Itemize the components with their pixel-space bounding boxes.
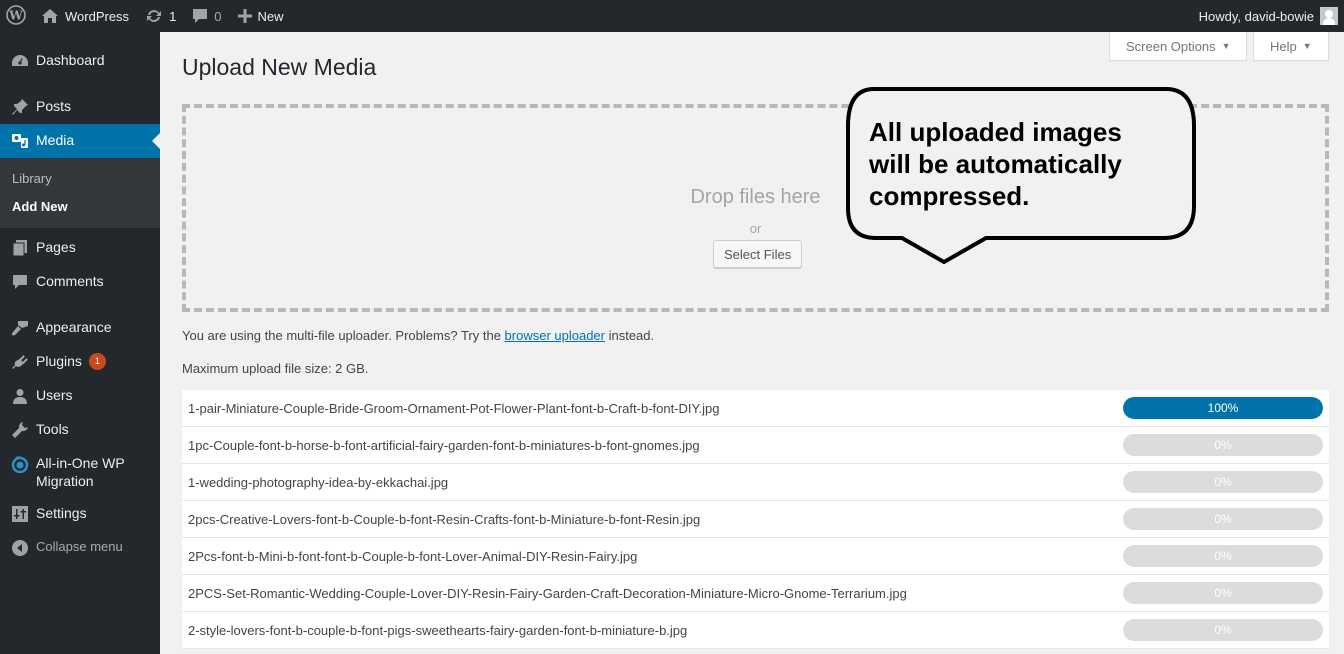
callout-text: All uploaded images will be automaticall… [869, 117, 1122, 211]
sidebar-item-settings[interactable]: Settings [0, 497, 160, 531]
sidebar-item-users[interactable]: Users [0, 379, 160, 413]
migration-icon [10, 454, 30, 474]
sidebar-item-posts[interactable]: Posts [0, 90, 160, 124]
pin-icon [10, 97, 30, 117]
submenu-item-add-new[interactable]: Add New [0, 193, 160, 221]
admin-bar: W WordPress 1 0 New Howdy, david-bowie [0, 0, 1344, 32]
updates-count: 1 [169, 8, 177, 24]
caret-down-icon: ▼ [1221, 41, 1231, 51]
plus-icon [237, 9, 252, 23]
svg-text:W: W [8, 8, 23, 22]
upload-progress-bar: 0% [1123, 434, 1323, 456]
sidebar-item-appearance[interactable]: Appearance [0, 311, 160, 345]
upload-progress-bar: 100% [1123, 397, 1323, 419]
media-icon [10, 131, 30, 151]
help-button[interactable]: Help ▼ [1253, 32, 1329, 61]
max-upload-size: Maximum upload file size: 2 GB. [182, 361, 369, 376]
file-name: 2Pcs-font-b-Mini-b-font-font-b-Couple-b-… [188, 548, 638, 564]
updates-link[interactable]: 1 [137, 0, 184, 32]
upload-progress-bar: 0% [1123, 619, 1323, 641]
upload-file-row: 2PCS-Set-Romantic-Wedding-Couple-Lover-D… [182, 575, 1329, 612]
submenu-item-library[interactable]: Library [0, 165, 160, 193]
progress-percent: 0% [1214, 623, 1232, 637]
comments-count: 0 [214, 8, 222, 24]
upload-progress-bar: 0% [1123, 471, 1323, 493]
updates-icon [145, 8, 163, 24]
file-name: 2pcs-Creative-Lovers-font-b-Couple-b-fon… [188, 511, 701, 527]
paintbrush-icon [10, 318, 30, 338]
file-name: 1-wedding-photography-idea-by-ekkachai.j… [188, 474, 449, 490]
collapse-menu-button[interactable]: Collapse menu [0, 531, 160, 565]
select-files-button[interactable]: Select Files [713, 240, 803, 268]
file-name: 1pc-Couple-font-b-horse-b-font-artificia… [188, 437, 700, 453]
file-name: 2-style-lovers-font-b-couple-b-font-pigs… [188, 622, 688, 638]
progress-percent: 0% [1214, 475, 1232, 489]
progress-percent: 0% [1214, 438, 1232, 452]
upload-file-row: 1-pair-Miniature-Couple-Bride-Groom-Orna… [182, 390, 1329, 427]
file-name: 2PCS-Set-Romantic-Wedding-Couple-Lover-D… [188, 585, 907, 601]
site-name-link[interactable]: WordPress [33, 0, 137, 32]
comment-icon [192, 8, 208, 24]
progress-percent: 100% [1207, 401, 1239, 415]
upload-progress-bar: 0% [1123, 508, 1323, 530]
page-title: Upload New Media [182, 54, 377, 80]
site-name: WordPress [65, 8, 130, 24]
browser-uploader-link[interactable]: browser uploader [505, 328, 605, 343]
new-label: New [257, 8, 284, 24]
upload-file-row: 1-wedding-photography-idea-by-ekkachai.j… [182, 464, 1329, 501]
sidebar-item-all-in-one-wp-migration[interactable]: All-in-One WP Migration [0, 447, 160, 497]
file-name: 1-pair-Miniature-Couple-Bride-Groom-Orna… [188, 400, 720, 416]
progress-percent: 0% [1214, 549, 1232, 563]
sidebar-item-dashboard[interactable]: Dashboard [0, 44, 160, 78]
avatar [1320, 7, 1338, 25]
upload-file-row: 2pcs-Creative-Lovers-font-b-Couple-b-fon… [182, 501, 1329, 538]
main-content: Screen Options ▼ Help ▼ Upload New Media… [160, 32, 1344, 654]
admin-sidebar: Dashboard Posts Media Library Add New Pa… [0, 32, 160, 654]
wrench-icon [10, 420, 30, 440]
sidebar-item-plugins[interactable]: Plugins 1 [0, 345, 160, 379]
user-icon [10, 386, 30, 406]
sidebar-item-comments[interactable]: Comments [0, 265, 160, 311]
new-content-link[interactable]: New [230, 0, 292, 32]
media-submenu: Library Add New [0, 158, 160, 228]
wordpress-logo-icon: W [6, 4, 26, 28]
settings-icon [10, 504, 30, 524]
comments-link[interactable]: 0 [184, 0, 229, 32]
howdy-text: Howdy, david-bowie [1198, 8, 1314, 24]
wp-logo-menu[interactable]: W [0, 0, 33, 32]
sidebar-item-media[interactable]: Media [0, 124, 160, 158]
screen-options-button[interactable]: Screen Options ▼ [1109, 32, 1247, 61]
sidebar-item-pages[interactable]: Pages [0, 231, 160, 265]
uploader-info: You are using the multi-file uploader. P… [182, 328, 655, 343]
progress-percent: 0% [1214, 586, 1232, 600]
upload-file-row: 2-style-lovers-font-b-couple-b-font-pigs… [182, 612, 1329, 649]
upload-file-row: 2Pcs-font-b-Mini-b-font-font-b-Couple-b-… [182, 538, 1329, 575]
upload-file-row: 1pc-Couple-font-b-horse-b-font-artificia… [182, 427, 1329, 464]
progress-percent: 0% [1214, 512, 1232, 526]
upload-file-list: 1-pair-Miniature-Couple-Bride-Groom-Orna… [182, 390, 1329, 649]
dashboard-icon [10, 51, 30, 71]
plugins-update-badge: 1 [88, 353, 106, 370]
home-icon [41, 8, 59, 24]
sidebar-item-tools[interactable]: Tools [0, 413, 160, 447]
caret-down-icon: ▼ [1302, 41, 1312, 51]
comment-icon [10, 272, 30, 292]
pages-icon [10, 238, 30, 258]
plugin-icon [10, 352, 30, 372]
collapse-arrow-icon [10, 538, 30, 558]
upload-progress-bar: 0% [1123, 545, 1323, 567]
upload-progress-bar: 0% [1123, 582, 1323, 604]
my-account-menu[interactable]: Howdy, david-bowie [1199, 7, 1344, 25]
